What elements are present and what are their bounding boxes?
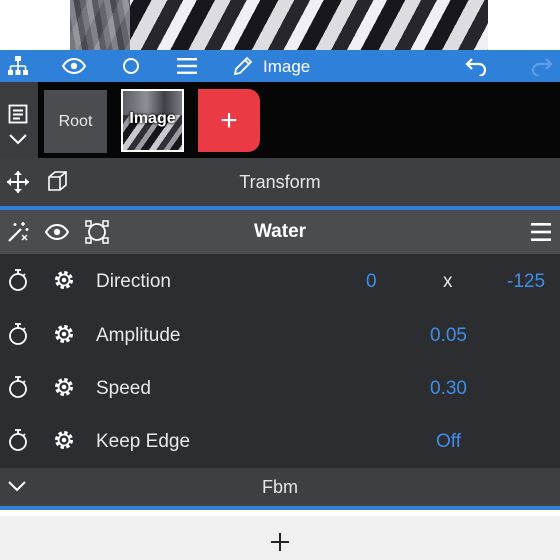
- circle-icon[interactable]: [119, 54, 143, 78]
- param-label: Amplitude: [96, 325, 181, 346]
- param-label: Speed: [96, 378, 151, 399]
- param-row-direction[interactable]: Direction 0 x -125: [0, 254, 560, 307]
- undo-icon[interactable]: [464, 54, 488, 78]
- add-layer-button[interactable]: +: [198, 89, 260, 152]
- active-layer-label: Image: [263, 57, 311, 76]
- param-label: Direction: [96, 271, 171, 292]
- add-effect-bar: [0, 510, 560, 560]
- param-value[interactable]: 0.05: [430, 325, 467, 347]
- layer-image-label: Image: [129, 110, 176, 127]
- stopwatch-icon[interactable]: [6, 428, 30, 452]
- param-value-toggle[interactable]: Off: [436, 431, 461, 453]
- canvas-preview[interactable]: [0, 0, 560, 50]
- effect-params: Direction 0 x -125 Amplitude 0.05 Speed …: [0, 254, 560, 468]
- layer-list-icon: [8, 104, 28, 124]
- gear-icon[interactable]: [52, 428, 76, 452]
- layer-strip: Root Image +: [0, 82, 560, 158]
- gear-icon[interactable]: [52, 375, 76, 399]
- layer-root[interactable]: Root: [44, 90, 107, 153]
- param-row-keep-edge[interactable]: Keep Edge Off: [0, 414, 560, 467]
- param-label: Keep Edge: [96, 431, 191, 452]
- hierarchy-icon[interactable]: [6, 54, 30, 78]
- stopwatch-icon[interactable]: [6, 375, 30, 399]
- add-effect-button[interactable]: [266, 528, 294, 556]
- param-row-speed[interactable]: Speed 0.30: [0, 361, 560, 414]
- fbm-section[interactable]: Fbm: [0, 468, 560, 506]
- redo-icon[interactable]: [530, 54, 554, 78]
- layer-menu-toggle[interactable]: [0, 82, 38, 158]
- add-layer-label: +: [220, 103, 238, 137]
- layer-image[interactable]: Image: [121, 89, 184, 152]
- gear-icon[interactable]: [52, 268, 76, 292]
- param-value-x[interactable]: 0: [366, 271, 377, 293]
- transform-title: Transform: [239, 172, 321, 192]
- param-value[interactable]: 0.30: [430, 378, 467, 400]
- stopwatch-icon[interactable]: [6, 322, 30, 346]
- layer-root-label: Root: [58, 112, 93, 130]
- eye-icon[interactable]: [62, 54, 86, 78]
- param-separator: x: [443, 271, 453, 292]
- pencil-icon[interactable]: [231, 54, 255, 78]
- preview-image: [70, 0, 488, 50]
- gear-icon[interactable]: [52, 322, 76, 346]
- top-toolbar: Image: [0, 50, 560, 82]
- chevron-down-icon: [8, 132, 28, 146]
- fbm-title: Fbm: [262, 477, 298, 497]
- transform-section[interactable]: Transform: [0, 158, 560, 206]
- effect-menu-icon[interactable]: [530, 222, 552, 242]
- effect-header: Water: [0, 210, 560, 254]
- param-value-y[interactable]: -125: [507, 271, 545, 293]
- menu-icon[interactable]: [175, 54, 199, 78]
- param-row-amplitude[interactable]: Amplitude 0.05: [0, 308, 560, 361]
- stopwatch-icon[interactable]: [6, 268, 30, 292]
- effect-title: Water: [253, 221, 307, 242]
